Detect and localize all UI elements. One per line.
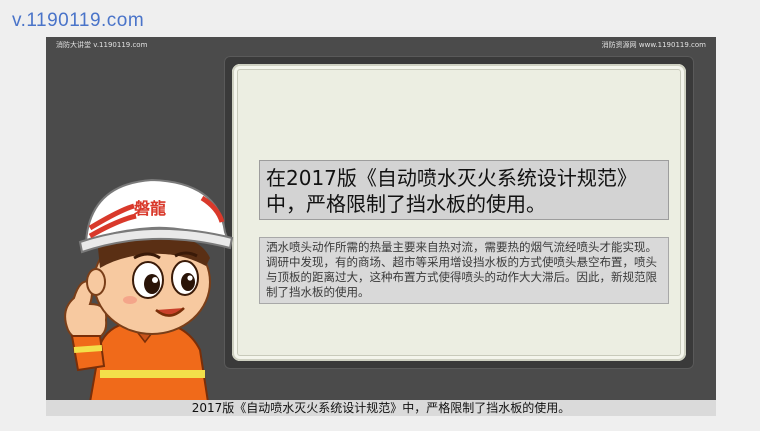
subtitle-caption: 2017版《自动喷水灭火系统设计规范》中，严格限制了挡水板的使用。 (46, 400, 716, 416)
site-watermark: v.1190119.com (12, 10, 145, 31)
board-body-text: 洒水喷头动作所需的热量主要来自热对流，需要热的烟气流经喷头才能实现。调研中发现，… (259, 237, 669, 304)
header-left-label: 消防大讲堂 v.1190119.com (56, 41, 148, 49)
board-panel: 在2017版《自动喷水灭火系统设计规范》中，严格限制了挡水板的使用。 洒水喷头动… (232, 64, 686, 361)
helmet-label: 磐龍 (133, 199, 166, 218)
presentation-board: 在2017版《自动喷水灭火系统设计规范》中，严格限制了挡水板的使用。 洒水喷头动… (224, 56, 694, 369)
firefighter-mascot: 磐龍 (64, 178, 234, 402)
header-right-label: 消防资源网 www.1190119.com (601, 41, 706, 49)
board-title: 在2017版《自动喷水灭火系统设计规范》中，严格限制了挡水板的使用。 (259, 160, 669, 220)
